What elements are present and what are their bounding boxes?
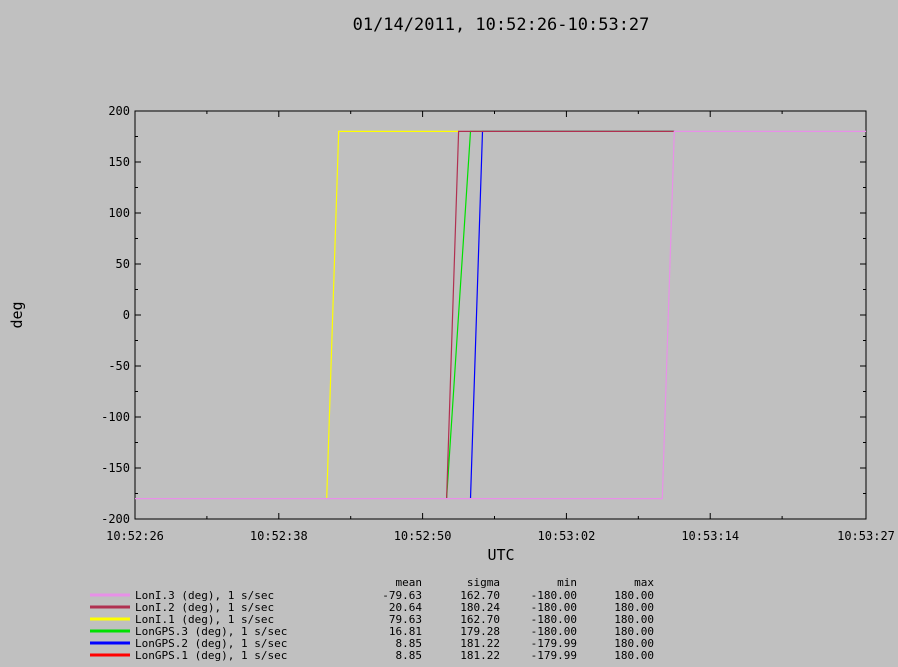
y-tick-label: -200	[101, 512, 130, 526]
x-tick-label: 10:52:38	[250, 529, 308, 543]
y-tick-label: 50	[116, 257, 130, 271]
y-tick-label: -150	[101, 461, 130, 475]
y-tick-label: 100	[108, 206, 130, 220]
stats-value: 8.85	[396, 649, 423, 662]
y-axis-label: deg	[8, 301, 26, 328]
legend: mean sigma min maxLonI.3 (deg), 1 s/sec -79.…	[90, 576, 654, 662]
stats-value: 181.22	[460, 649, 500, 662]
chart-title: 01/14/2011, 10:52:26-10:53:27	[353, 15, 650, 35]
x-tick-label: 10:52:50	[394, 529, 452, 543]
y-tick-label: -100	[101, 410, 130, 424]
stats-value: 180.00	[614, 649, 654, 662]
stats-value: -179.99	[531, 649, 577, 662]
x-tick-label: 10:52:26	[106, 529, 164, 543]
stats-header: max	[634, 576, 654, 589]
y-tick-label: 150	[108, 155, 130, 169]
y-tick-label: 0	[123, 308, 130, 322]
legend-label: LonGPS.1 (deg), 1 s/sec	[135, 649, 287, 662]
x-tick-label: 10:53:27	[837, 529, 895, 543]
stats-header: mean	[396, 576, 423, 589]
x-tick-label: 10:53:14	[681, 529, 739, 543]
stats-header: sigma	[467, 576, 500, 589]
y-tick-label: 200	[108, 104, 130, 118]
stats-header: min	[557, 576, 577, 589]
y-tick-label: -50	[108, 359, 130, 373]
chart: 01/14/2011, 10:52:26-10:53:27 200 150 100 5…	[8, 15, 895, 662]
x-tick-label: 10:53:02	[538, 529, 596, 543]
plot-area	[134, 110, 867, 520]
x-axis-label: UTC	[487, 546, 514, 564]
